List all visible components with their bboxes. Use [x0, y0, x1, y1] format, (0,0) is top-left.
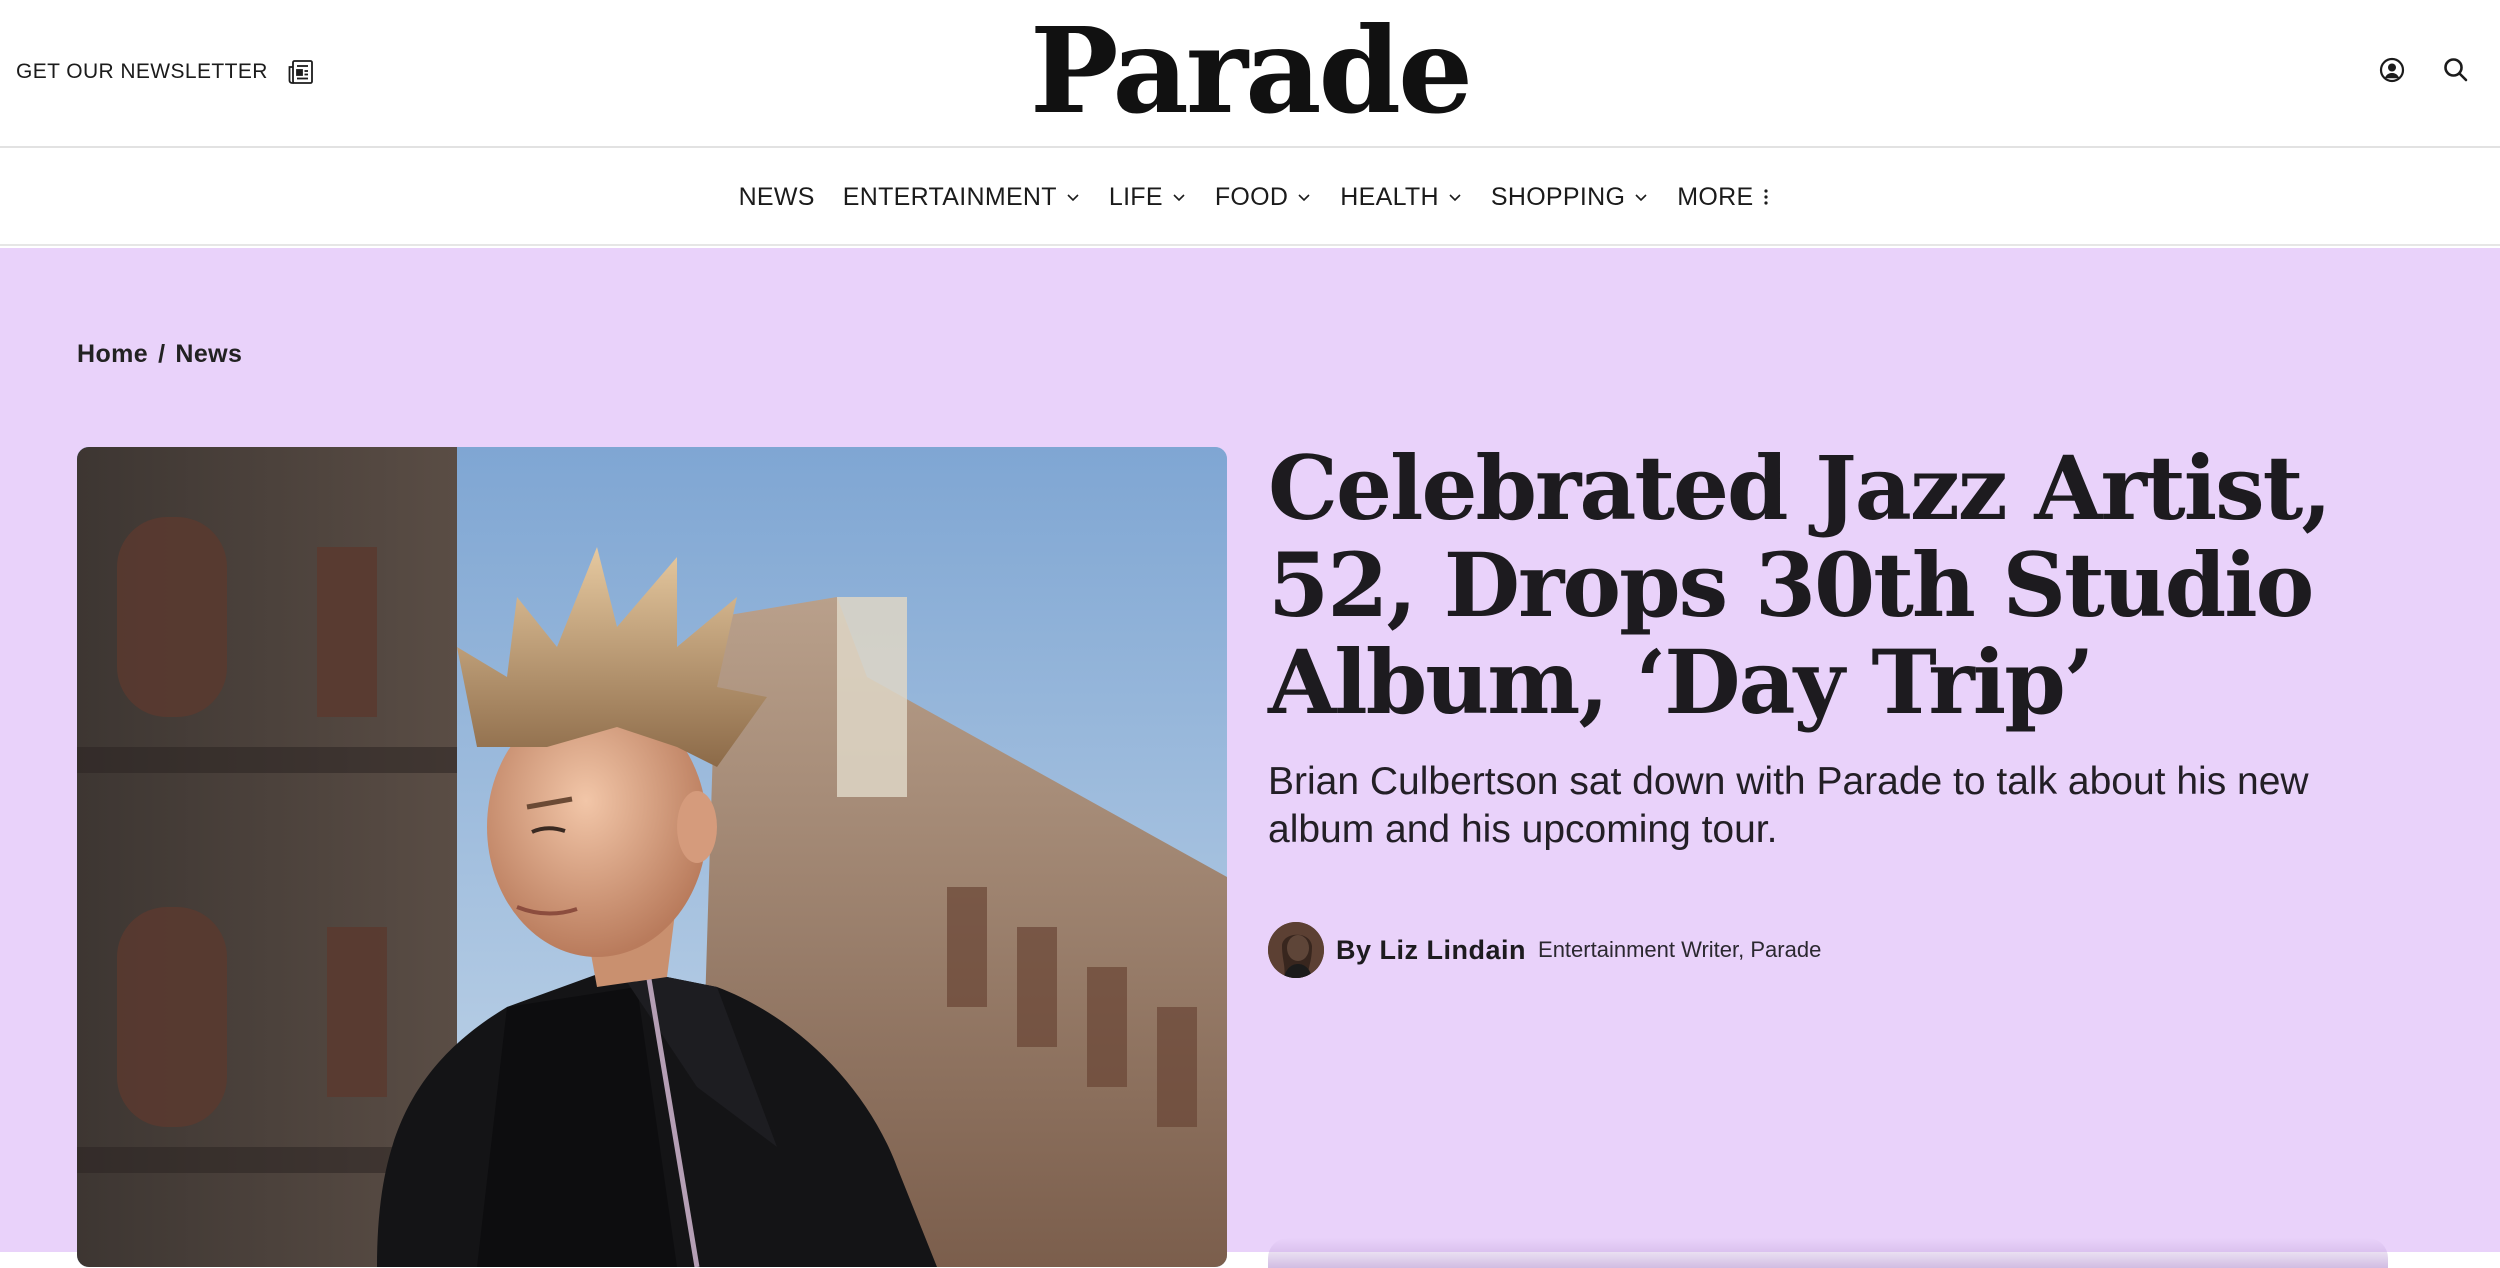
author-avatar[interactable] [1268, 922, 1324, 978]
nav-item-label: SHOPPING [1490, 182, 1626, 211]
nav-item-entertainment[interactable]: ENTERTAINMENT [843, 183, 1081, 212]
nav-list: NEWS ENTERTAINMENT LIFE FOOD HEALTH SHOP… [739, 183, 1772, 212]
nav-item-label: ENTERTAINMENT [842, 182, 1057, 211]
byline: By Liz Lindain Entertainment Writer, Par… [1268, 922, 1821, 978]
breadcrumb-separator: / [158, 340, 166, 368]
chevron-down-icon [1298, 194, 1310, 202]
breadcrumb: Home / News [77, 340, 242, 369]
kebab-icon [1764, 189, 1769, 205]
main-nav: NEWS ENTERTAINMENT LIFE FOOD HEALTH SHOP… [0, 150, 2500, 246]
nav-item-news[interactable]: NEWS [739, 183, 815, 212]
author-name-link[interactable]: Liz Lindain [1380, 935, 1527, 966]
nav-item-food[interactable]: FOOD [1215, 183, 1312, 212]
byline-prefix: By [1336, 934, 1372, 965]
nav-item-more[interactable]: MORE [1677, 183, 1771, 212]
site-logo[interactable]: Parade [0, 6, 2500, 136]
article-dek: Brian Culbertson sat down with Parade to… [1268, 760, 2309, 851]
search-icon[interactable] [2440, 54, 2472, 86]
content-card-edge [1268, 1238, 2388, 1268]
nav-item-label: LIFE [1108, 182, 1163, 211]
chevron-down-icon [1173, 194, 1185, 202]
nav-item-label: NEWS [738, 182, 815, 211]
nav-item-health[interactable]: HEALTH [1340, 183, 1463, 212]
breadcrumb-home-link[interactable]: Home [77, 340, 148, 369]
article-headline: Celebrated Jazz Artist, 52, Drops 30th S… [1268, 436, 2332, 734]
user-circle-icon[interactable] [2376, 54, 2408, 86]
chevron-down-icon [1449, 194, 1461, 202]
nav-item-shopping[interactable]: SHOPPING [1491, 183, 1649, 212]
nav-item-label: FOOD [1214, 182, 1289, 211]
header-actions [2376, 54, 2472, 86]
nav-item-label: MORE [1677, 182, 1754, 211]
article-hero: Home / News Celebrated Jazz Artist, 52, … [0, 248, 2500, 1268]
breadcrumb-section-link[interactable]: News [175, 340, 242, 369]
author-role: Entertainment Writer, Parade [1538, 937, 1822, 962]
chevron-down-icon [1635, 194, 1647, 202]
chevron-down-icon [1067, 194, 1079, 202]
nav-item-label: HEALTH [1340, 182, 1439, 211]
nav-item-life[interactable]: LIFE [1109, 183, 1187, 212]
hero-photo [77, 447, 1227, 1267]
site-header: GET OUR NEWSLETTER Parade [0, 0, 2500, 148]
